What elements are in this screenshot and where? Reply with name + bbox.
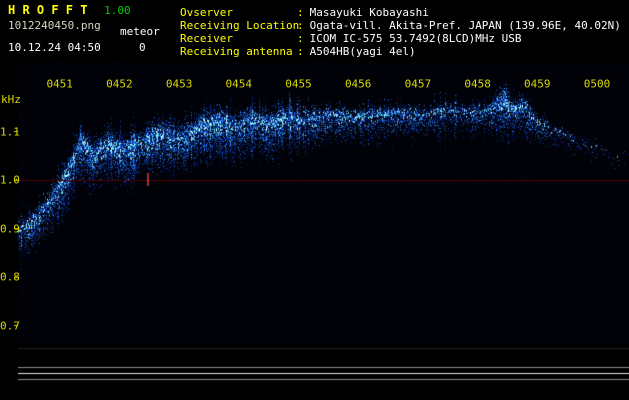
info-row-location: Receiving Location: Ogata-vill. Akita-Pre…: [180, 19, 621, 32]
info-value-location: Ogata-vill. Akita-Pref. JAPAN (139.96E, …: [309, 19, 621, 32]
time-tick-label: 0454: [225, 77, 253, 91]
info-label-location: Receiving Location: [180, 19, 300, 32]
info-colon: :: [297, 6, 304, 19]
info-value-receiver: ICOM IC-575 53.7492(8LCD)MHz USB: [309, 32, 522, 45]
header-bar: H R O F F T 1.00 1012240450.png meteor 1…: [0, 0, 629, 62]
output-filename: 1012240450.png: [8, 19, 101, 32]
info-label-receiver: Receiver: [180, 32, 233, 45]
info-value-antenna: A504HB(yagi 4el): [309, 45, 416, 58]
time-tick-label: 0455: [285, 77, 312, 91]
time-tick-label: 0451: [46, 77, 73, 91]
frequency-tick-label: 0.7: [0, 319, 20, 332]
info-label-observer: Ovserver: [180, 6, 233, 19]
frequency-tick-label: 1.0: [0, 173, 20, 187]
timestamp: 10.12.24 04:50: [8, 41, 101, 54]
y-axis-unit-label: kHz: [1, 93, 21, 106]
hrofft-output-window: H R O F F T 1.00 1012240450.png meteor 1…: [0, 0, 629, 400]
observation-info: Ovserver: Masayuki Kobayashi Receiving Lo…: [180, 6, 621, 58]
time-tick-label: 0457: [404, 77, 432, 91]
app-version: 1.00: [104, 4, 131, 17]
info-colon: :: [297, 45, 304, 58]
time-tick-label: 0456: [344, 77, 372, 91]
frequency-tick-label: 1.1: [0, 125, 20, 138]
info-value-observer: Masayuki Kobayashi: [309, 6, 429, 19]
info-row-observer: Ovserver: Masayuki Kobayashi: [180, 6, 621, 19]
meteor-counter-label: meteor: [120, 25, 160, 38]
info-colon: :: [297, 19, 304, 32]
info-row-antenna: Receiving antenna: A504HB(yagi 4el): [180, 45, 621, 58]
frequency-tick-label: 0.8: [0, 270, 20, 284]
time-tick-label: 0452: [106, 77, 133, 91]
title-row: H R O F F T 1.00: [8, 3, 131, 17]
info-row-receiver: Receiver: ICOM IC-575 53.7492(8LCD)MHz US…: [180, 32, 621, 45]
app-title: H R O F F T: [8, 3, 88, 17]
time-tick-label: 0459: [524, 77, 551, 91]
info-colon: :: [297, 32, 304, 45]
time-tick-label: 0453: [165, 77, 193, 91]
time-tick-label: 0500: [583, 77, 611, 91]
time-tick-label: 0458: [464, 77, 491, 91]
frequency-tick-label: 0.9: [0, 222, 20, 235]
meteor-count: 0: [139, 41, 146, 54]
info-label-antenna: Receiving antenna: [180, 45, 293, 58]
